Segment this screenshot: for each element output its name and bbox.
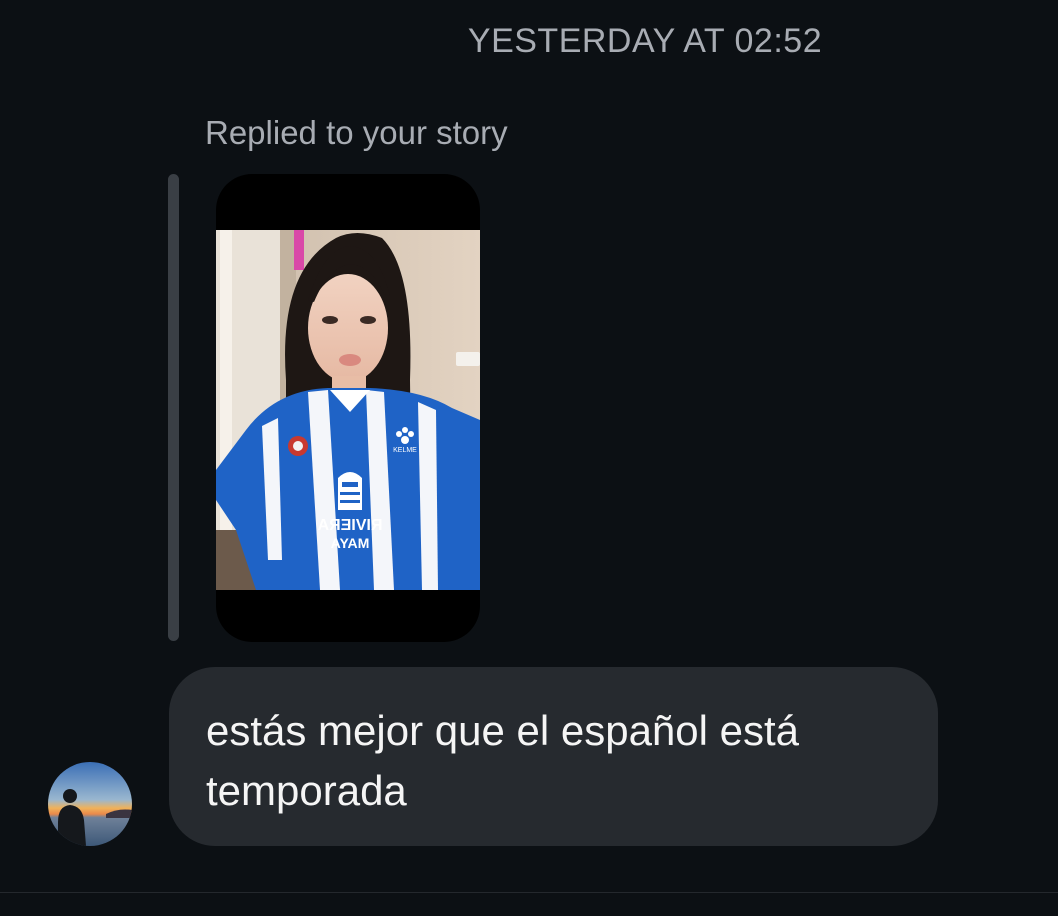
message-text: estás mejor que el español está temporad… [206, 707, 800, 814]
story-thumbnail[interactable]: KELME RIVIERA MAYA [216, 174, 480, 642]
message-bubble[interactable]: estás mejor que el español está temporad… [169, 667, 938, 846]
conversation-timestamp: YESTERDAY AT 02:52 [467, 22, 823, 60]
sender-avatar[interactable] [48, 762, 132, 846]
story-reply-label: Replied to your story [205, 114, 508, 151]
reply-indicator-bar [168, 174, 179, 641]
shirt-sponsor-line1: RIVIERA [317, 517, 382, 534]
story-photo: KELME RIVIERA MAYA [216, 230, 480, 590]
bottom-divider [0, 892, 1058, 893]
shirt-sponsor-line2: MAYA [331, 535, 370, 551]
shirt-brand: KELME [393, 447, 417, 454]
story-image: KELME RIVIERA MAYA [216, 230, 480, 590]
avatar-image [48, 762, 132, 846]
